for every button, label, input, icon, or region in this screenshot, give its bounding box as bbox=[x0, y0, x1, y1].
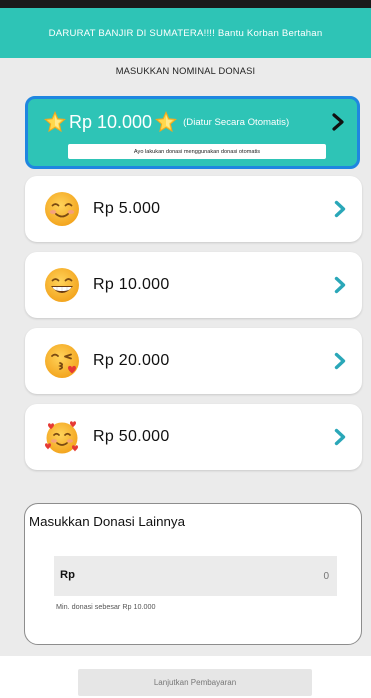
donation-option-50000[interactable]: Rp 50.000 bbox=[25, 404, 362, 470]
currency-prefix: Rp bbox=[60, 569, 75, 581]
auto-donation-amount: Rp 10.000 bbox=[69, 111, 153, 132]
auto-donation-info-text: Ayo lakukan donasi menggunakan donasi ot… bbox=[133, 148, 261, 155]
status-bar bbox=[0, 0, 371, 8]
chevron-right-icon bbox=[334, 200, 346, 218]
star-icon bbox=[155, 111, 178, 133]
kissing-heart-emoji-icon bbox=[45, 344, 79, 378]
custom-amount-field[interactable]: Rp bbox=[54, 556, 337, 596]
minimum-donation-hint: Min. donasi sebesar Rp 10.000 bbox=[56, 602, 156, 611]
donation-option-5000[interactable]: Rp 5.000 bbox=[25, 176, 362, 242]
star-icon bbox=[44, 111, 66, 133]
grinning-emoji-icon bbox=[45, 268, 79, 302]
smiling-hearts-emoji-icon bbox=[45, 421, 78, 454]
auto-donation-note: (Diatur Secara Otomatis) bbox=[183, 116, 290, 128]
donation-amount: Rp 10.000 bbox=[93, 276, 170, 293]
chevron-right-icon bbox=[332, 113, 344, 131]
donation-option-20000[interactable]: Rp 20.000 bbox=[25, 328, 362, 394]
custom-donation-title: Masukkan Donasi Lainnya bbox=[29, 514, 185, 529]
chevron-right-icon bbox=[334, 428, 346, 446]
announcement-banner[interactable]: DARURAT BANJIR DI SUMATERA!!!! Bantu Kor… bbox=[0, 8, 371, 58]
donation-amount: Rp 50.000 bbox=[93, 428, 170, 445]
smiling-emoji-icon bbox=[45, 192, 79, 226]
banner-text: DARURAT BANJIR DI SUMATERA!!!! Bantu Kor… bbox=[48, 27, 323, 39]
chevron-right-icon bbox=[334, 352, 346, 370]
section-title: MASUKKAN NOMINAL DONASI bbox=[115, 66, 256, 76]
donation-option-10000[interactable]: Rp 10.000 bbox=[25, 252, 362, 318]
continue-payment-button[interactable]: Lanjutkan Pembayaran bbox=[78, 669, 312, 696]
chevron-right-icon bbox=[334, 276, 346, 294]
donation-amount: Rp 5.000 bbox=[93, 200, 161, 217]
auto-donation-info: Ayo lakukan donasi menggunakan donasi ot… bbox=[68, 144, 326, 159]
auto-donation-option[interactable]: Rp 10.000 (Diatur Secara Otomatis) Ayo l… bbox=[25, 96, 360, 169]
custom-amount-input[interactable] bbox=[129, 566, 329, 586]
donation-amount: Rp 20.000 bbox=[93, 352, 170, 369]
custom-donation-card: Masukkan Donasi Lainnya Rp Min. donasi s… bbox=[24, 503, 362, 645]
